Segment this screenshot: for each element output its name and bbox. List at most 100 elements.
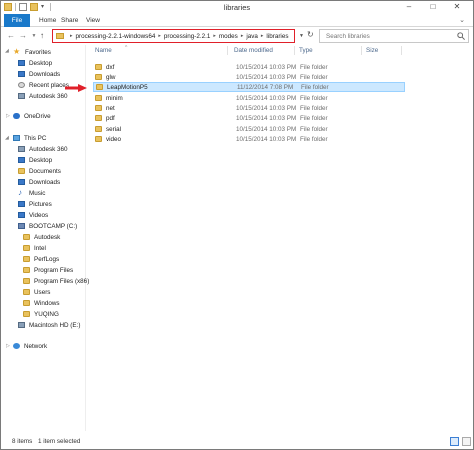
nav-folder-program-files[interactable]: Program Files <box>23 265 73 275</box>
search-input[interactable] <box>319 29 469 43</box>
nav-label: Intel <box>34 244 46 252</box>
nav-label: Recent places <box>29 81 69 89</box>
close-icon[interactable]: ✕ <box>445 1 469 13</box>
file-name: pdf <box>106 114 115 122</box>
nav-bootcamp-drive[interactable]: BOOTCAMP (C:) <box>18 221 77 231</box>
list-item[interactable]: serial 10/15/2014 10:03 PM File folder <box>93 124 405 134</box>
breadcrumb-item[interactable]: java <box>246 33 258 40</box>
folder-icon <box>95 126 102 132</box>
file-type: File folder <box>300 135 328 143</box>
column-header-name[interactable]: Name ^ <box>95 45 127 57</box>
column-header-type[interactable]: Type <box>299 45 313 57</box>
breadcrumb-chevron-icon[interactable]: ▸ <box>213 33 216 39</box>
folder-icon <box>56 33 64 39</box>
nav-favorites[interactable]: ★ Favorites <box>13 47 51 57</box>
nav-desktop[interactable]: Desktop <box>18 58 52 68</box>
refresh-icon[interactable]: ↻ <box>307 30 314 39</box>
nav-folder-users[interactable]: Users <box>23 287 50 297</box>
nav-pc-desktop[interactable]: Desktop <box>18 155 52 165</box>
documents-icon <box>18 168 25 174</box>
nav-folder-autodesk[interactable]: Autodesk <box>23 232 60 242</box>
nav-folder-intel[interactable]: Intel <box>23 243 46 253</box>
nav-folder-windows[interactable]: Windows <box>23 298 60 308</box>
up-arrow-icon[interactable]: ↑ <box>37 30 47 42</box>
forward-arrow-icon[interactable]: → <box>18 30 28 42</box>
column-divider[interactable] <box>361 46 362 55</box>
breadcrumb-item[interactable]: modes <box>219 33 238 40</box>
breadcrumb-chevron-icon[interactable]: ▸ <box>70 33 73 39</box>
drive-icon <box>18 223 25 229</box>
breadcrumb-chevron-icon[interactable]: ▸ <box>241 33 244 39</box>
nav-onedrive[interactable]: OneDrive <box>13 111 51 121</box>
expand-chevron-icon[interactable]: ▷ <box>6 343 10 349</box>
breadcrumb-item[interactable]: processing-2.2.1 <box>164 33 211 40</box>
breadcrumb-chevron-icon[interactable]: ▸ <box>158 33 161 39</box>
folder-icon <box>23 289 30 295</box>
list-item[interactable]: minim 10/15/2014 10:03 PM File folder <box>93 93 405 103</box>
address-bar[interactable]: ▸ processing-2.2.1-windows64 ▸ processin… <box>52 29 295 43</box>
nav-pictures[interactable]: Pictures <box>18 199 52 209</box>
computer-icon <box>13 135 20 141</box>
nav-downloads[interactable]: Downloads <box>18 69 60 79</box>
nav-music[interactable]: ♪ Music <box>18 188 45 198</box>
column-divider[interactable] <box>227 46 228 55</box>
nav-recent-places[interactable]: Recent places <box>18 80 69 90</box>
folder-icon <box>23 256 30 262</box>
nav-label: Program Files <box>34 266 74 274</box>
nav-folder-yuqing[interactable]: YUQING <box>23 309 59 319</box>
date-modified: 10/15/2014 10:03 PM <box>236 104 297 112</box>
details-view-icon[interactable] <box>450 437 459 446</box>
file-type: File folder <box>300 63 328 71</box>
nav-label: Desktop <box>29 59 53 67</box>
desktop-icon <box>18 60 25 66</box>
date-modified: 10/15/2014 10:03 PM <box>236 125 297 133</box>
list-item[interactable]: net 10/15/2014 10:03 PM File folder <box>93 103 405 113</box>
column-divider[interactable] <box>401 46 402 55</box>
collapse-chevron-icon[interactable]: ◢ <box>5 135 9 141</box>
nav-autodesk360[interactable]: Autodesk 360 <box>18 144 68 154</box>
nav-macintosh-drive[interactable]: Macintosh HD (E:) <box>18 320 80 330</box>
music-note-icon: ♪ <box>18 188 22 197</box>
nav-label: Documents <box>29 167 61 175</box>
address-history-chevron-icon[interactable]: ▼ <box>299 33 304 39</box>
back-arrow-icon[interactable]: ← <box>6 30 16 42</box>
expand-ribbon-chevron-icon[interactable]: ⌄ <box>459 16 465 24</box>
large-icons-view-icon[interactable] <box>462 437 471 446</box>
maximize-icon[interactable]: □ <box>421 1 445 13</box>
nav-label: Autodesk 360 <box>29 92 68 100</box>
minimize-icon[interactable]: – <box>397 1 421 13</box>
folder-icon <box>23 278 30 284</box>
list-item[interactable]: dxf 10/15/2014 10:03 PM File folder <box>93 62 405 72</box>
column-header-date[interactable]: Date modified <box>234 45 273 57</box>
date-modified: 11/12/2014 7:08 PM <box>237 83 294 91</box>
nav-network[interactable]: Network <box>13 341 47 351</box>
nav-pc-downloads[interactable]: Downloads <box>18 177 60 187</box>
column-divider[interactable] <box>294 46 295 55</box>
breadcrumb-chevron-icon[interactable]: ▸ <box>261 33 264 39</box>
list-item-selected[interactable]: LeapMotionP5 11/12/2014 7:08 PM File fol… <box>93 82 405 92</box>
nav-videos[interactable]: Videos <box>18 210 48 220</box>
ribbon-tabs: File Home Share View ⌄ <box>1 14 473 27</box>
collapse-chevron-icon[interactable]: ◢ <box>5 48 9 54</box>
file-list: Name ^ Date modified Type Size dxf 10/15… <box>89 45 473 431</box>
nav-documents[interactable]: Documents <box>18 166 61 176</box>
list-item[interactable]: glw 10/15/2014 10:03 PM File folder <box>93 72 405 82</box>
column-header-size[interactable]: Size <box>366 45 378 57</box>
nav-autodesk360-favorite[interactable]: Autodesk 360 <box>18 91 68 101</box>
nav-folder-program-files-x86[interactable]: Program Files (x86) <box>23 276 89 286</box>
folder-icon <box>95 64 102 70</box>
tab-view[interactable]: View <box>80 14 106 27</box>
list-item[interactable]: pdf 10/15/2014 10:03 PM File folder <box>93 113 405 123</box>
list-item[interactable]: video 10/15/2014 10:03 PM File folder <box>93 134 405 144</box>
search-icon[interactable] <box>457 32 465 40</box>
expand-chevron-icon[interactable]: ▷ <box>6 113 10 119</box>
breadcrumb-item[interactable]: processing-2.2.1-windows64 <box>76 33 156 40</box>
nav-label: Music <box>29 189 46 197</box>
nav-label: Downloads <box>29 178 61 186</box>
breadcrumb-item[interactable]: libraries <box>266 33 288 40</box>
nav-this-pc[interactable]: This PC <box>13 133 46 143</box>
nav-folder-perflogs[interactable]: PerfLogs <box>23 254 59 264</box>
recent-places-icon <box>18 82 25 88</box>
tab-file[interactable]: File <box>4 14 30 27</box>
folder-icon <box>96 84 103 90</box>
